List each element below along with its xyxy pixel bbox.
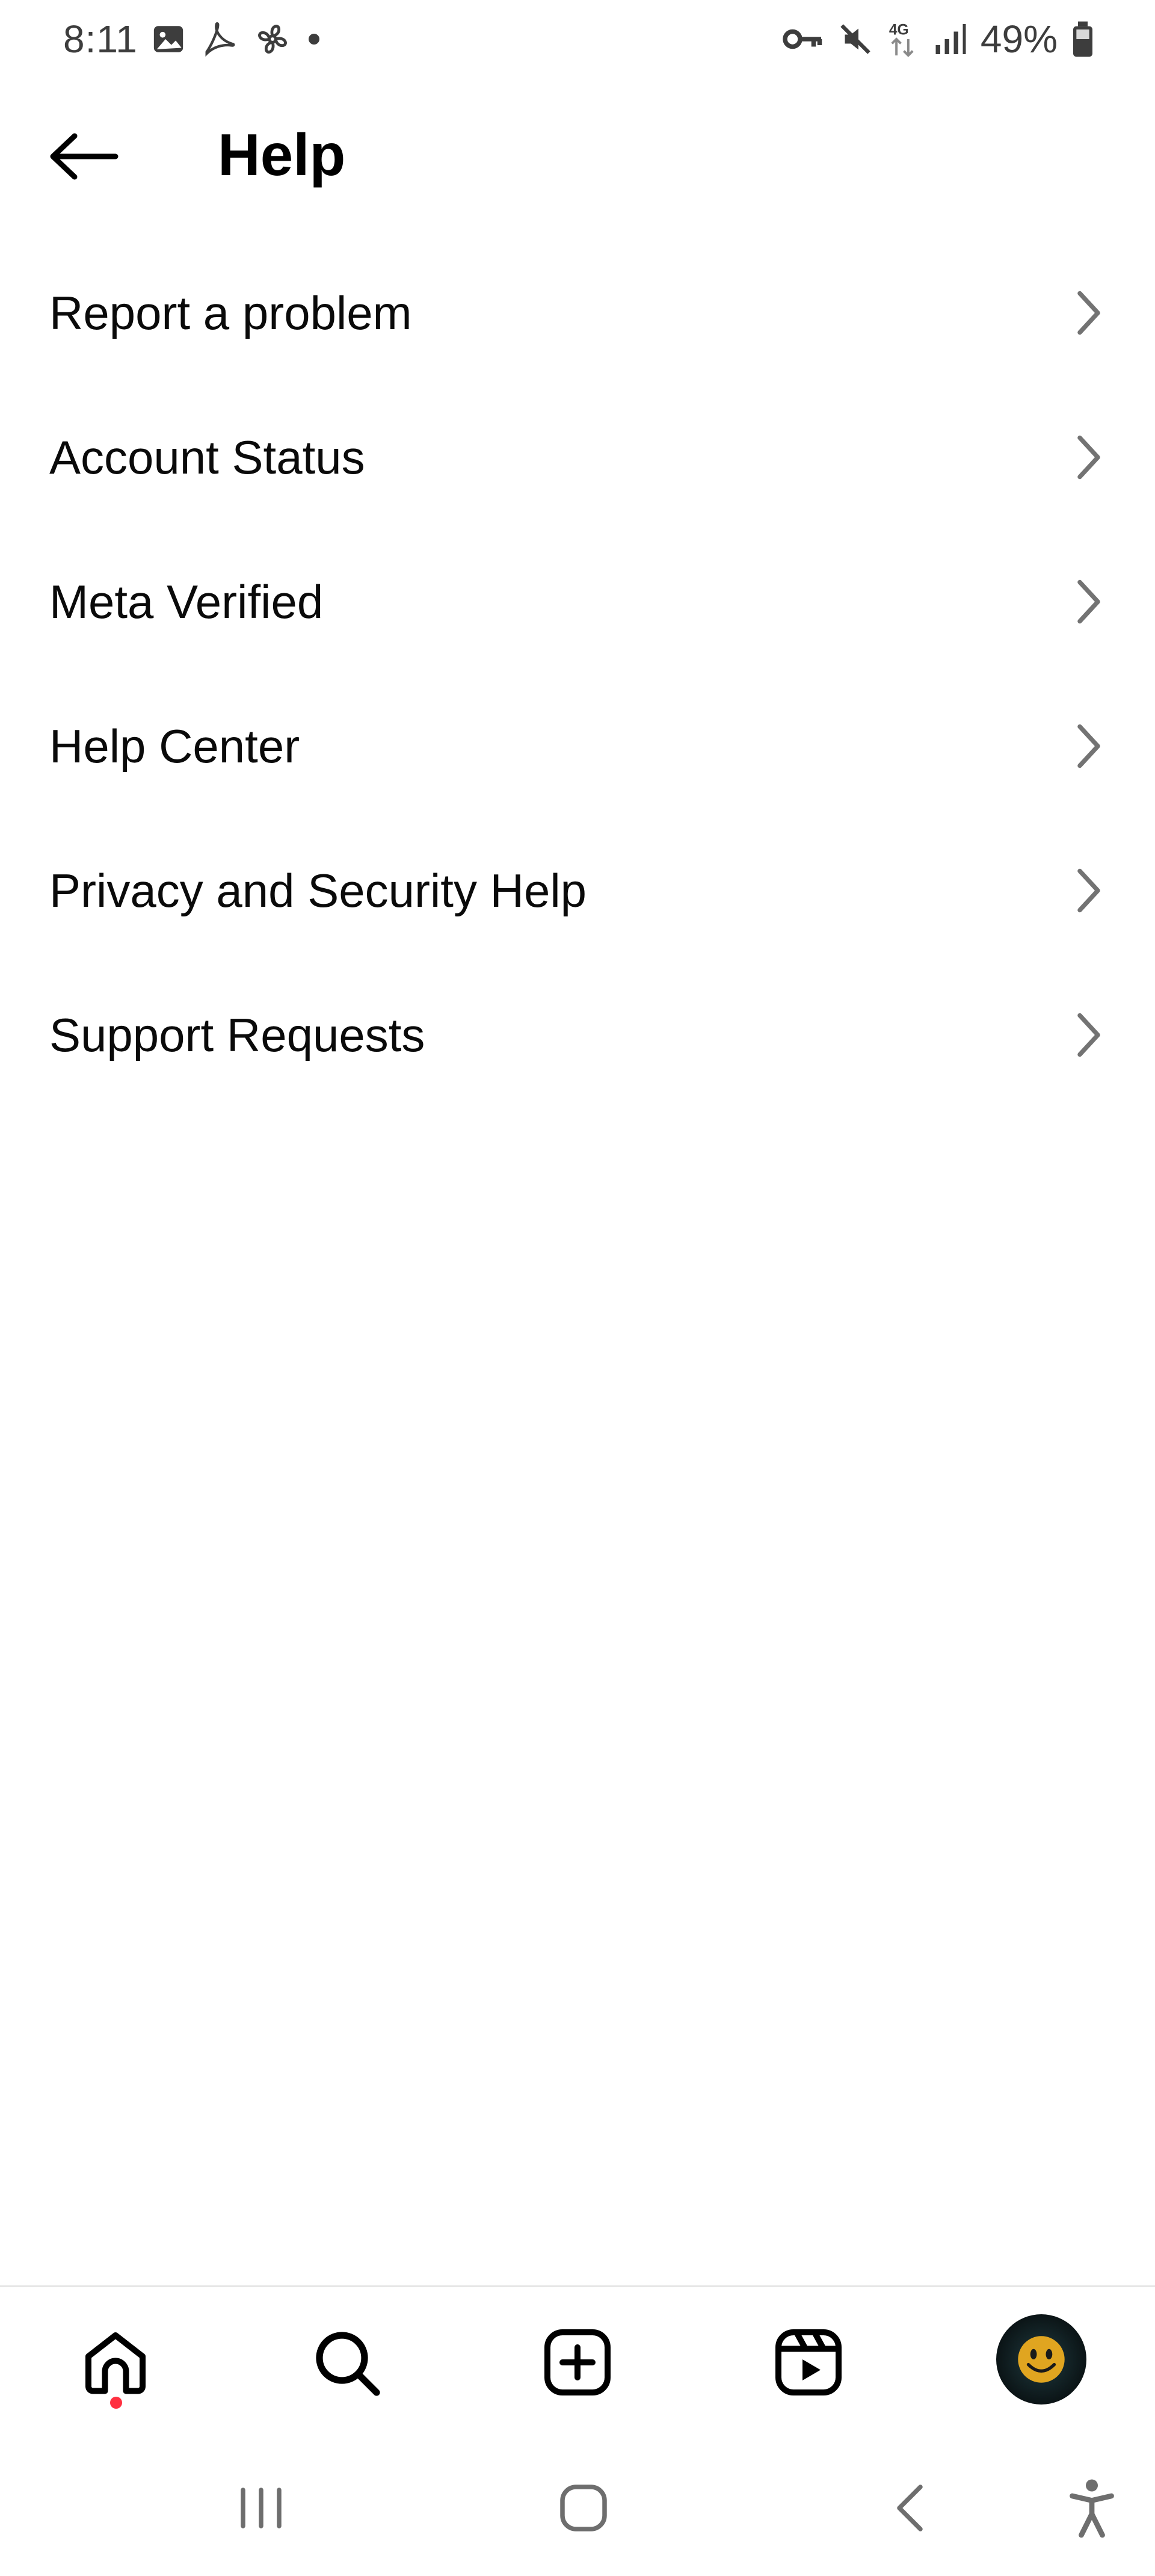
- dot-icon: [305, 30, 323, 48]
- profile-avatar: [996, 2314, 1086, 2405]
- help-menu: Report a problem Account Status Meta Ver…: [0, 241, 1155, 1107]
- recents-icon: [241, 2488, 282, 2528]
- tab-home[interactable]: [73, 2320, 158, 2405]
- menu-item-label: Report a problem: [49, 286, 412, 339]
- status-left: 8:11: [63, 17, 323, 61]
- menu-item-report-problem[interactable]: Report a problem: [0, 241, 1155, 385]
- menu-item-label: Meta Verified: [49, 575, 324, 628]
- menu-item-meta-verified[interactable]: Meta Verified: [0, 530, 1155, 674]
- system-nav-bar: [0, 2436, 1155, 2576]
- home-notification-dot: [110, 2397, 122, 2409]
- back-button[interactable]: [42, 126, 126, 187]
- menu-item-account-status[interactable]: Account Status: [0, 385, 1155, 530]
- menu-item-support-requests[interactable]: Support Requests: [0, 963, 1155, 1107]
- nav-back-button[interactable]: [866, 2475, 950, 2541]
- battery-icon: [1071, 20, 1095, 58]
- battery-percentage: 49%: [980, 17, 1058, 61]
- search-icon: [316, 2332, 380, 2396]
- chevron-right-icon: [1071, 575, 1107, 629]
- page-title: Help: [218, 122, 346, 188]
- app-header: Help: [0, 108, 1155, 205]
- back-icon: [897, 2485, 923, 2531]
- status-bar: 8:11 4G 49%: [0, 0, 1155, 78]
- chevron-right-icon: [1071, 719, 1107, 773]
- bottom-tab-bar: [0, 2285, 1155, 2436]
- pdf-icon: [199, 20, 240, 58]
- tab-search[interactable]: [304, 2320, 389, 2405]
- reels-icon: [775, 2329, 842, 2395]
- chevron-right-icon: [1071, 430, 1107, 484]
- mute-icon: [837, 21, 873, 57]
- menu-item-label: Support Requests: [49, 1008, 425, 1061]
- nav-home-button[interactable]: [541, 2475, 626, 2541]
- status-right: 4G 49%: [782, 17, 1095, 61]
- tab-reels[interactable]: [766, 2320, 851, 2405]
- signal-icon: [931, 21, 967, 57]
- network-4g-icon: 4G: [887, 20, 918, 58]
- create-icon: [544, 2329, 611, 2395]
- home-icon: [85, 2332, 146, 2394]
- nav-recents-button[interactable]: [219, 2475, 303, 2541]
- chevron-right-icon: [1071, 1008, 1107, 1062]
- menu-item-help-center[interactable]: Help Center: [0, 674, 1155, 818]
- menu-item-label: Account Status: [49, 430, 365, 484]
- gallery-icon: [151, 22, 186, 57]
- arrow-left-icon: [50, 133, 119, 180]
- menu-item-label: Help Center: [49, 719, 300, 773]
- menu-item-privacy-security-help[interactable]: Privacy and Security Help: [0, 818, 1155, 963]
- home-icon: [560, 2485, 607, 2531]
- smiley-icon: [1018, 2336, 1065, 2383]
- network-type-label: 4G: [889, 22, 909, 39]
- status-time: 8:11: [63, 17, 138, 61]
- fan-icon: [253, 20, 292, 58]
- tab-create[interactable]: [535, 2320, 620, 2405]
- nav-accessibility-button[interactable]: [1050, 2475, 1134, 2541]
- chevron-right-icon: [1071, 863, 1107, 918]
- key-icon: [782, 24, 824, 54]
- accessibility-icon: [1070, 2479, 1114, 2538]
- tab-profile[interactable]: [996, 2314, 1086, 2405]
- menu-item-label: Privacy and Security Help: [49, 863, 587, 917]
- chevron-right-icon: [1071, 286, 1107, 340]
